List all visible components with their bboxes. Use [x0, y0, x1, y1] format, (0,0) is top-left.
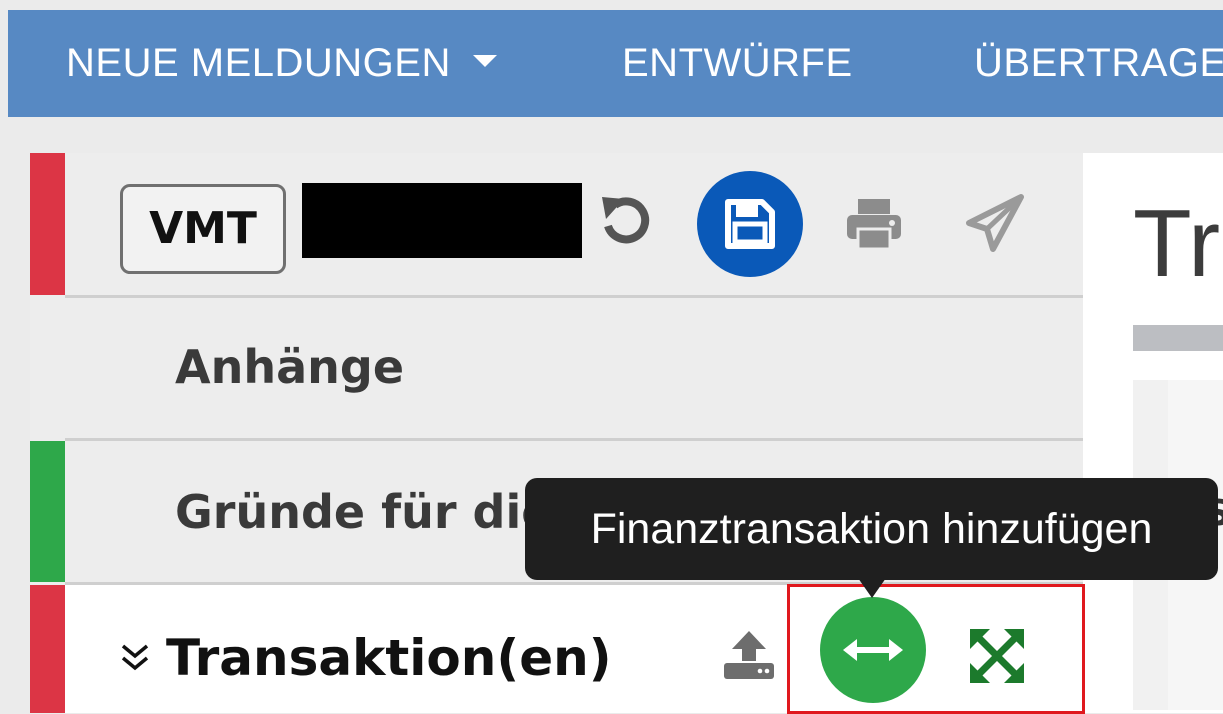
nav-neue-meldungen-label: NEUE MELDUNGEN — [66, 41, 451, 85]
page-title: Tra — [1133, 190, 1223, 297]
undo-icon[interactable] — [598, 193, 656, 251]
save-icon — [725, 199, 775, 249]
section-transactions-title: Transaktion(en) — [166, 629, 612, 687]
nav-entwuerfe[interactable]: ENTWÜRFE — [622, 10, 853, 117]
status-bar-red — [30, 153, 65, 295]
nav-neue-meldungen[interactable]: NEUE MELDUNGEN — [66, 10, 497, 117]
print-icon[interactable] — [845, 197, 903, 251]
tooltip-arrow — [858, 578, 886, 598]
top-navigation: NEUE MELDUNGEN ENTWÜRFE ÜBERTRAGE — [8, 10, 1223, 117]
send-icon[interactable] — [965, 193, 1025, 253]
report-header: VMT — [30, 153, 1083, 295]
status-bar-red — [30, 585, 65, 713]
upload-icon[interactable] — [722, 629, 776, 681]
status-bar-green — [30, 441, 65, 582]
report-type-badge: VMT — [120, 184, 286, 274]
transaction-detail-area: Tra S — [1083, 153, 1223, 713]
section-attachments-title: Anhänge — [175, 340, 405, 394]
save-button[interactable] — [697, 171, 803, 277]
title-underline — [1133, 325, 1223, 351]
nav-uebertragen[interactable]: ÜBERTRAGE — [974, 10, 1223, 117]
tooltip: Finanztransaktion hinzufügen — [525, 478, 1218, 580]
highlight-box — [787, 584, 1085, 714]
caret-down-icon — [472, 55, 497, 68]
redacted-report-id — [302, 183, 582, 258]
section-attachments[interactable]: Anhänge — [30, 298, 1083, 438]
chevron-double-down-icon[interactable] — [120, 643, 150, 673]
